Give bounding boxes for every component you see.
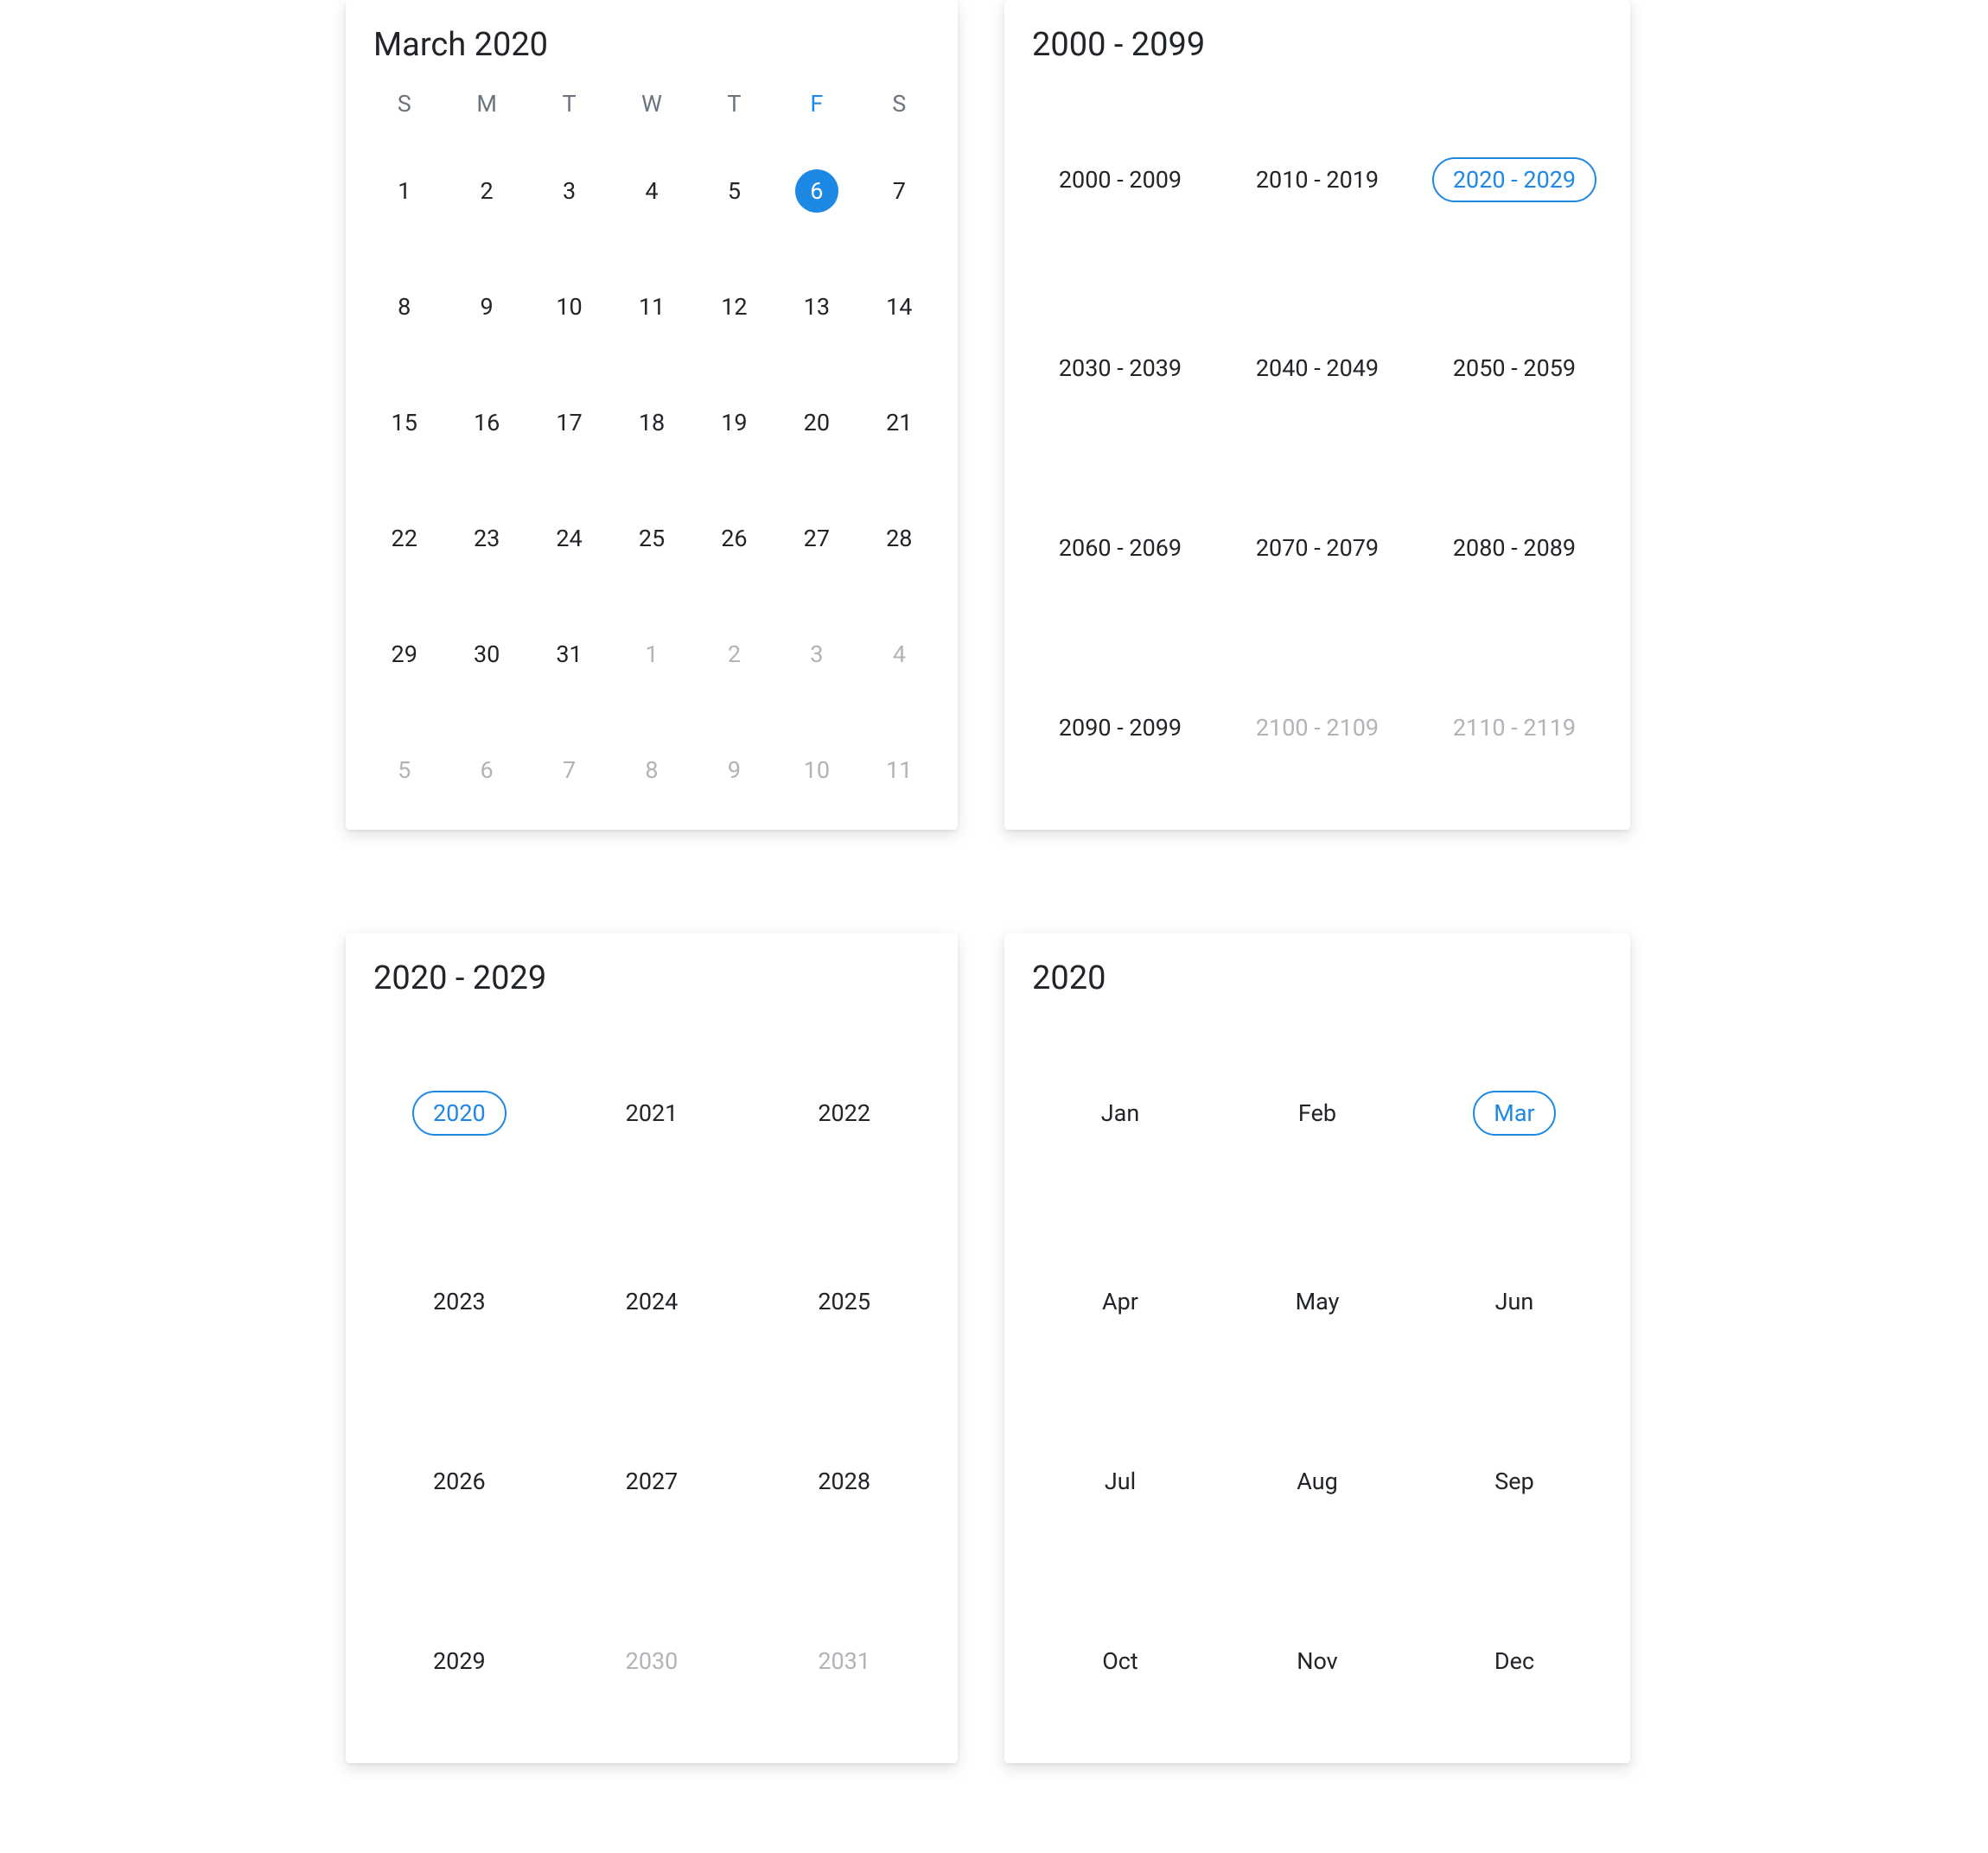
- year-cell[interactable]: 2024: [556, 1212, 749, 1391]
- day-cell[interactable]: 31: [528, 596, 610, 712]
- day-cell[interactable]: 10: [528, 249, 610, 365]
- day-cell[interactable]: 22: [363, 481, 445, 596]
- day-cell[interactable]: 3: [528, 133, 610, 249]
- weekday-label: W: [610, 81, 692, 133]
- decade-range-cell[interactable]: 2060 - 2069: [1022, 458, 1219, 638]
- calendar-century-view: 2000 - 2099 2000 - 20092010 - 20192020 -…: [1004, 0, 1630, 830]
- weekday-label: S: [363, 81, 445, 133]
- month-cell[interactable]: Jun: [1416, 1212, 1613, 1391]
- weekday-label: F: [775, 81, 857, 133]
- day-cell[interactable]: 6: [775, 133, 857, 249]
- day-grid: 1234567891011121314151617181920212223242…: [363, 133, 940, 828]
- month-cell[interactable]: Oct: [1022, 1571, 1219, 1751]
- month-cell[interactable]: Aug: [1219, 1391, 1416, 1571]
- day-cell[interactable]: 16: [445, 365, 527, 481]
- year-cell[interactable]: 2030: [556, 1571, 749, 1751]
- year-cell[interactable]: 2020: [363, 1015, 556, 1212]
- day-cell[interactable]: 2: [445, 133, 527, 249]
- month-cell[interactable]: Jul: [1022, 1391, 1219, 1571]
- year-cell[interactable]: 2021: [556, 1015, 749, 1212]
- day-cell[interactable]: 13: [775, 249, 857, 365]
- day-cell[interactable]: 19: [693, 365, 775, 481]
- decade-view-title[interactable]: 2020 - 2029: [373, 959, 940, 997]
- decade-range-cell[interactable]: 2050 - 2059: [1416, 278, 1613, 458]
- calendar-month-picker-view: 2020 JanFebMar AprMayJun JulAugSep OctNovDe…: [1004, 933, 1630, 1763]
- decade-grid: 202020212022 202320242025 202620272028 2029…: [363, 1015, 940, 1751]
- year-cell[interactable]: 2023: [363, 1212, 556, 1391]
- day-cell[interactable]: 18: [610, 365, 692, 481]
- calendar-decade-view: 2020 - 2029 202020212022 202320242025 2026…: [346, 933, 958, 1763]
- day-cell[interactable]: 3: [775, 596, 857, 712]
- month-picker-grid: JanFebMar AprMayJun JulAugSep OctNovDec: [1022, 1015, 1613, 1751]
- month-cell[interactable]: Sep: [1416, 1391, 1613, 1571]
- day-cell[interactable]: 10: [775, 712, 857, 828]
- day-cell[interactable]: 11: [858, 712, 940, 828]
- month-cell[interactable]: Feb: [1219, 1015, 1416, 1212]
- decade-range-cell[interactable]: 2100 - 2109: [1219, 638, 1416, 818]
- day-cell[interactable]: 9: [445, 249, 527, 365]
- day-cell[interactable]: 15: [363, 365, 445, 481]
- month-cell[interactable]: Dec: [1416, 1571, 1613, 1751]
- weekday-label: S: [858, 81, 940, 133]
- day-cell[interactable]: 23: [445, 481, 527, 596]
- day-cell[interactable]: 29: [363, 596, 445, 712]
- decade-range-cell[interactable]: 2000 - 2009: [1022, 81, 1219, 278]
- day-cell[interactable]: 4: [858, 596, 940, 712]
- day-cell[interactable]: 8: [363, 249, 445, 365]
- decade-range-cell[interactable]: 2070 - 2079: [1219, 458, 1416, 638]
- decade-range-cell[interactable]: 2020 - 2029: [1416, 81, 1613, 278]
- year-cell[interactable]: 2022: [748, 1015, 940, 1212]
- weekday-label: T: [693, 81, 775, 133]
- year-cell[interactable]: 2027: [556, 1391, 749, 1571]
- day-cell[interactable]: 1: [363, 133, 445, 249]
- year-cell[interactable]: 2028: [748, 1391, 940, 1571]
- day-cell[interactable]: 25: [610, 481, 692, 596]
- weekday-label: T: [528, 81, 610, 133]
- decade-range-cell[interactable]: 2110 - 2119: [1416, 638, 1613, 818]
- day-cell[interactable]: 5: [363, 712, 445, 828]
- weekday-header: SMTWTFS: [363, 81, 940, 133]
- month-picker-title[interactable]: 2020: [1032, 959, 1613, 997]
- day-cell[interactable]: 20: [775, 365, 857, 481]
- day-cell[interactable]: 14: [858, 249, 940, 365]
- day-cell[interactable]: 6: [445, 712, 527, 828]
- month-cell[interactable]: Apr: [1022, 1212, 1219, 1391]
- year-cell[interactable]: 2025: [748, 1212, 940, 1391]
- decade-range-cell[interactable]: 2090 - 2099: [1022, 638, 1219, 818]
- day-cell[interactable]: 17: [528, 365, 610, 481]
- decade-range-cell[interactable]: 2040 - 2049: [1219, 278, 1416, 458]
- day-cell[interactable]: 7: [858, 133, 940, 249]
- day-cell[interactable]: 5: [693, 133, 775, 249]
- decade-range-cell[interactable]: 2080 - 2089: [1416, 458, 1613, 638]
- year-cell[interactable]: 2029: [363, 1571, 556, 1751]
- day-cell[interactable]: 24: [528, 481, 610, 596]
- day-cell[interactable]: 11: [610, 249, 692, 365]
- day-cell[interactable]: 7: [528, 712, 610, 828]
- day-cell[interactable]: 2: [693, 596, 775, 712]
- day-cell[interactable]: 4: [610, 133, 692, 249]
- weekday-label: M: [445, 81, 527, 133]
- day-cell[interactable]: 8: [610, 712, 692, 828]
- month-cell[interactable]: Mar: [1416, 1015, 1613, 1212]
- century-view-title[interactable]: 2000 - 2099: [1032, 26, 1613, 64]
- day-cell[interactable]: 30: [445, 596, 527, 712]
- century-grid: 2000 - 20092010 - 20192020 - 2029 2030 - …: [1022, 81, 1613, 818]
- month-cell[interactable]: May: [1219, 1212, 1416, 1391]
- day-cell[interactable]: 26: [693, 481, 775, 596]
- day-cell[interactable]: 12: [693, 249, 775, 365]
- day-cell[interactable]: 28: [858, 481, 940, 596]
- day-cell[interactable]: 21: [858, 365, 940, 481]
- month-view-title[interactable]: March 2020: [373, 26, 940, 64]
- decade-range-cell[interactable]: 2010 - 2019: [1219, 81, 1416, 278]
- month-cell[interactable]: Nov: [1219, 1571, 1416, 1751]
- decade-range-cell[interactable]: 2030 - 2039: [1022, 278, 1219, 458]
- day-cell[interactable]: 1: [610, 596, 692, 712]
- calendar-month-view: March 2020 SMTWTFS 123456789101112131415…: [346, 0, 958, 830]
- day-cell[interactable]: 9: [693, 712, 775, 828]
- month-cell[interactable]: Jan: [1022, 1015, 1219, 1212]
- year-cell[interactable]: 2026: [363, 1391, 556, 1571]
- year-cell[interactable]: 2031: [748, 1571, 940, 1751]
- day-cell[interactable]: 27: [775, 481, 857, 596]
